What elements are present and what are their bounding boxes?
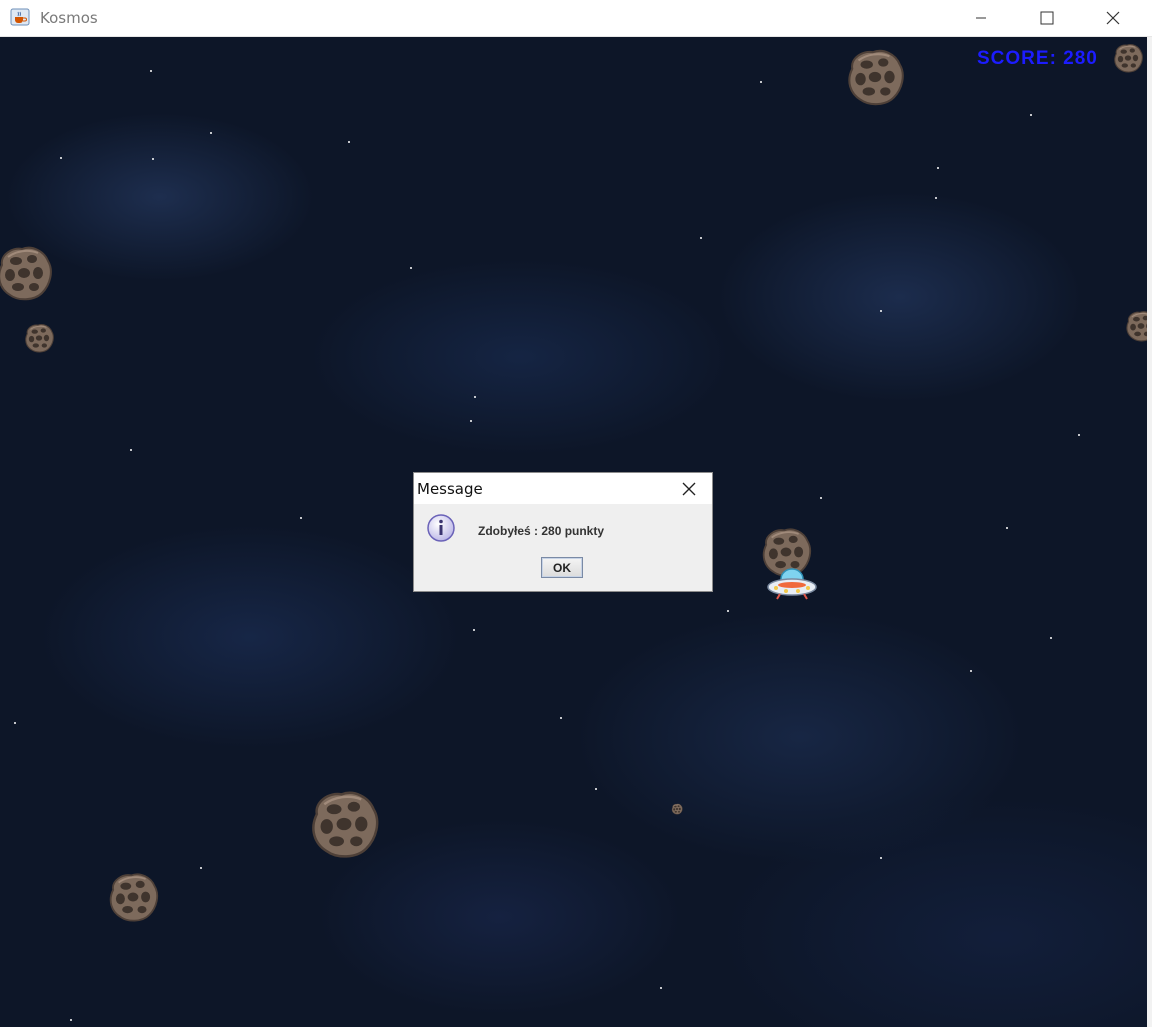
star [130, 449, 132, 451]
star [470, 420, 472, 422]
star [935, 197, 937, 199]
star [60, 157, 62, 159]
star [474, 396, 476, 398]
star [970, 670, 972, 672]
minimize-button[interactable] [958, 0, 1004, 36]
close-icon [1106, 11, 1120, 25]
star [150, 70, 152, 72]
window-title: Kosmos [40, 9, 98, 27]
dialog-titlebar[interactable]: Message [414, 473, 712, 504]
asteroid-icon [1110, 42, 1146, 74]
window-edge [1147, 37, 1152, 1027]
star [1006, 527, 1008, 529]
asteroid-icon [0, 243, 54, 303]
dialog-title: Message [417, 480, 483, 498]
ok-button[interactable]: OK [541, 557, 583, 578]
star [727, 610, 729, 612]
java-cup-icon [10, 8, 30, 26]
info-icon [427, 514, 455, 542]
star [210, 132, 212, 134]
star [348, 141, 350, 143]
star [410, 267, 412, 269]
dialog-close-button[interactable] [676, 479, 702, 499]
star [473, 629, 475, 631]
maximize-button[interactable] [1024, 0, 1070, 36]
star [760, 81, 762, 83]
star [595, 788, 597, 790]
star [70, 1019, 72, 1021]
star [700, 237, 702, 239]
star [820, 497, 822, 499]
star [1050, 637, 1052, 639]
star [200, 867, 202, 869]
asteroid-icon [103, 870, 163, 924]
window-titlebar[interactable]: Kosmos [0, 0, 1152, 37]
message-dialog: Message Zdobyłeś : 280 punkty OK [413, 472, 713, 592]
star [152, 158, 154, 160]
star [660, 987, 662, 989]
asteroid-icon [1124, 294, 1147, 358]
asteroid-icon [670, 803, 684, 815]
star [937, 167, 939, 169]
ufo-spaceship-icon [767, 568, 817, 600]
star [560, 717, 562, 719]
asteroid-icon [302, 787, 386, 861]
star [1078, 434, 1080, 436]
game-window: Kosmos SCORE: 280 Message Zdobyłeś: 280… [0, 0, 1152, 1027]
star [300, 517, 302, 519]
dialog-message: Zdobyłeś : 280 punkty [478, 524, 605, 538]
star [1030, 114, 1032, 116]
asteroid-icon [21, 322, 57, 354]
maximize-icon [1040, 11, 1054, 25]
star [880, 857, 882, 859]
close-button[interactable] [1090, 0, 1136, 36]
score-display: SCORE: 280 [977, 48, 1098, 69]
asteroid-icon [840, 46, 910, 108]
close-icon [682, 482, 696, 496]
minimize-icon [976, 17, 986, 19]
star [14, 722, 16, 724]
star [880, 310, 882, 312]
